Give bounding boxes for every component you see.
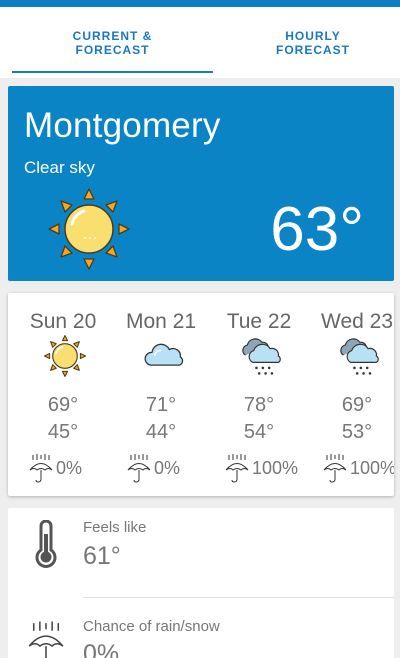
forecast-high: 69° xyxy=(341,394,373,416)
condition-text: Clear sky xyxy=(24,158,95,177)
cloud-icon xyxy=(144,343,184,366)
forecast-low: 54° xyxy=(243,421,275,443)
forecast-day[interactable]: Wed 23 69° 53° 100% xyxy=(308,293,394,496)
forecast-day-name: Tue 22 xyxy=(226,310,292,333)
umbrella-rain-icon xyxy=(127,454,151,483)
forecast-high: 71° xyxy=(145,394,177,416)
feels-like-value: 61° xyxy=(83,542,121,570)
umbrella-rain-icon xyxy=(225,454,249,483)
forecast-precip: 100% xyxy=(252,458,299,478)
forecast-precip: 0% xyxy=(154,458,181,478)
tab-indicator xyxy=(12,71,213,73)
forecast-strip[interactable]: Sun 20 69° 45° 0% Mon 21 71° 44° 0% Tue … xyxy=(8,293,394,496)
forecast-precip: 0% xyxy=(56,458,83,478)
details-card: Feels like 61° Chance of rain/snow 0% xyxy=(8,508,394,658)
sun-icon xyxy=(44,335,86,377)
forecast-high: 69° xyxy=(47,394,79,416)
forecast-day[interactable]: Mon 21 71° 44° 0% xyxy=(112,293,210,496)
forecast-precip: 100% xyxy=(350,458,394,478)
forecast-day-name: Wed 23 xyxy=(321,310,393,333)
forecast-day[interactable]: Sun 20 69° 45° 0% xyxy=(14,293,112,496)
tab-current-forecast[interactable]: CURRENT & FORECAST xyxy=(12,7,213,78)
forecast-high: 78° xyxy=(243,394,275,416)
current-temperature: 63° xyxy=(270,195,364,264)
status-bar xyxy=(0,0,400,7)
forecast-low: 44° xyxy=(145,421,177,443)
rain-chance-value: 0% xyxy=(83,640,120,658)
forecast-day[interactable]: Tue 22 78° 54° 100% xyxy=(210,293,308,496)
cloud-rain-icon xyxy=(340,338,379,375)
cloud-rain-icon xyxy=(242,338,281,375)
current-weather-card: Montgomery Clear sky 63° xyxy=(8,86,394,281)
thermometer-icon xyxy=(35,520,57,568)
tab-hourly-forecast[interactable]: HOURLY FORECAST xyxy=(213,7,400,78)
city-name: Montgomery xyxy=(24,106,221,145)
tab-hourly-forecast-line1: HOURLY xyxy=(285,29,341,43)
forecast-low: 45° xyxy=(47,421,79,443)
umbrella-rain-icon xyxy=(28,621,64,658)
feels-like-label: Feels like xyxy=(83,519,147,536)
sun-icon xyxy=(48,188,130,270)
tab-hourly-forecast-line2: FORECAST xyxy=(276,43,350,57)
tab-current-forecast-line1: CURRENT & xyxy=(72,29,153,43)
forecast-day-name: Mon 21 xyxy=(125,310,197,333)
umbrella-rain-icon xyxy=(29,454,53,483)
tab-current-forecast-line2: FORECAST xyxy=(75,43,150,57)
umbrella-rain-icon xyxy=(323,454,347,483)
rain-chance-label: Chance of rain/snow xyxy=(83,618,220,635)
divider xyxy=(83,597,394,598)
forecast-day-name: Sun 20 xyxy=(29,310,97,333)
forecast-low: 53° xyxy=(341,421,373,443)
tab-bar: CURRENT & FORECAST HOURLY FORECAST xyxy=(0,7,400,78)
